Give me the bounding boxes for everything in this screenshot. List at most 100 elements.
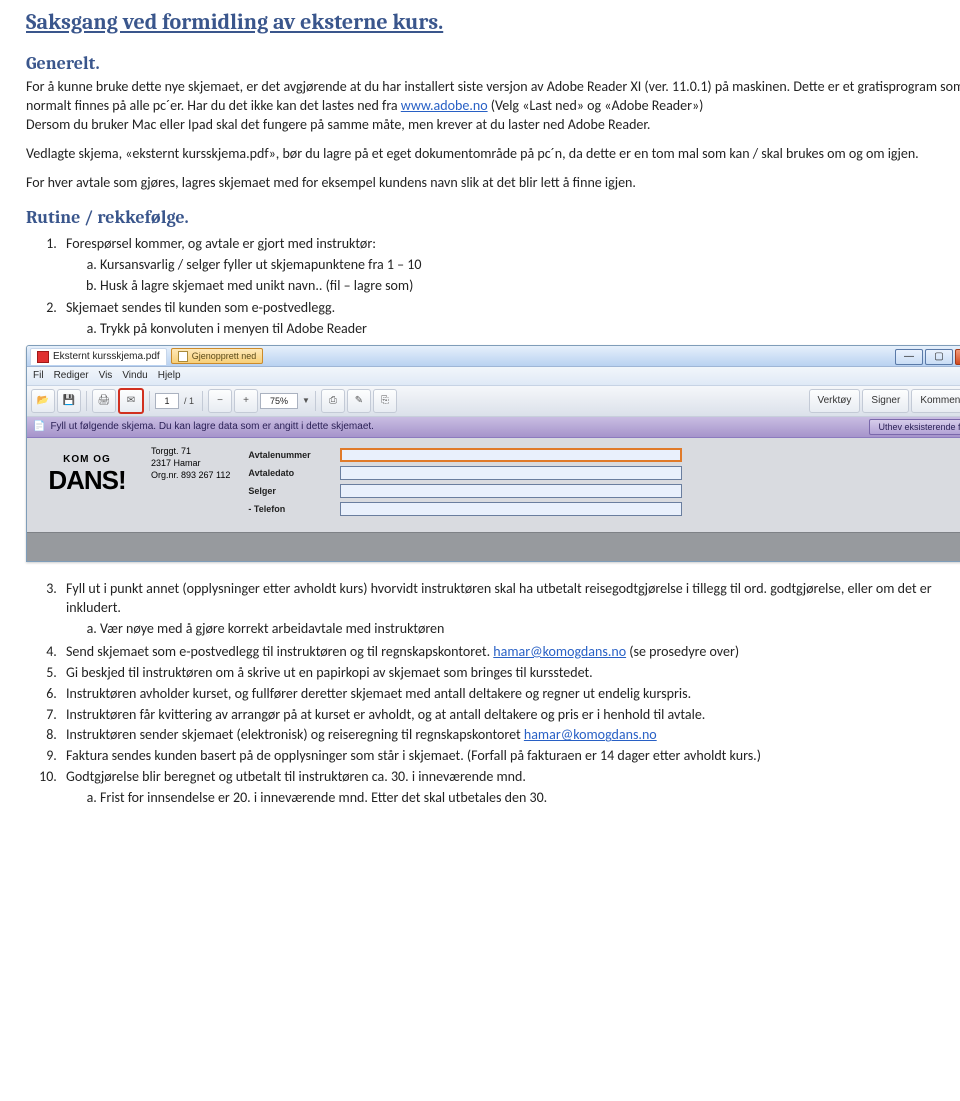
sheet-icon xyxy=(178,351,188,362)
logo-top: KOM OG xyxy=(63,454,111,465)
list-item: Instruktøren sender skjemaet (elektronis… xyxy=(60,726,960,745)
sub-list: Vær nøye med å gjøre korrekt arbeidavtal… xyxy=(100,620,960,639)
close-button[interactable]: ✕ xyxy=(955,349,960,365)
maximize-button[interactable]: ▢ xyxy=(925,349,953,365)
form-info-bar: 📄 Fyll ut følgende skjema. Du kan lagre … xyxy=(27,417,960,438)
restore-strip[interactable]: Gjenopprett ned xyxy=(171,348,264,364)
pdf-content-area: KOM OG DANS! Torggt. 71 2317 Hamar Org.n… xyxy=(27,438,960,532)
paragraph-1: For å kunne bruke dette nye skjemaet, er… xyxy=(26,78,960,135)
list-item: Fyll ut i punkt annet (opplysninger ette… xyxy=(60,580,960,639)
list-item: Vær nøye med å gjøre korrekt arbeidavtal… xyxy=(100,620,960,639)
adobe-reader-window: Eksternt kursskjema.pdf Gjenopprett ned … xyxy=(26,345,960,562)
text: Instruktøren sender skjemaet (elektronis… xyxy=(66,726,524,743)
list-item: Kursansvarlig / selger fyller ut skjemap… xyxy=(100,256,960,275)
tool-icon[interactable]: ✎ xyxy=(347,389,371,413)
menu-vis[interactable]: Vis xyxy=(99,369,113,383)
window-buttons: — ▢ ✕ xyxy=(895,347,960,365)
page-total: / 1 xyxy=(184,395,194,407)
toolbar: 📂 💾 🖨 ✉ 1 / 1 − + 75% ▼ ⎙ ✎ ⎘ Verktøy Si… xyxy=(27,386,960,417)
zoom-level[interactable]: 75% xyxy=(260,393,298,409)
text: Skjemaet sendes til kunden som e-postved… xyxy=(66,299,335,316)
sub-list: Trykk på konvoluten i menyen til Adobe R… xyxy=(100,320,960,339)
ordered-list-bottom: Fyll ut i punkt annet (opplysninger ette… xyxy=(60,580,960,808)
paragraph-2: Vedlagte skjema, «eksternt kursskjema.pd… xyxy=(26,145,960,164)
print-icon[interactable]: 🖨 xyxy=(92,389,116,413)
logo-main: DANS! xyxy=(48,465,125,496)
minimize-button[interactable]: — xyxy=(895,349,923,365)
list-item: Skjemaet sendes til kunden som e-postved… xyxy=(60,299,960,339)
link-email-2[interactable]: hamar@komogdans.no xyxy=(524,726,657,743)
addr-line: Org.nr. 893 267 112 xyxy=(151,470,230,482)
form-icon: 📄 xyxy=(33,420,45,434)
pdf-margin-area xyxy=(27,532,960,561)
field-label: Avtaledato xyxy=(248,467,334,479)
selger-field[interactable] xyxy=(340,484,682,498)
section-rutine: Rutine / rekkefølge. xyxy=(26,206,960,230)
addr-line: 2317 Hamar xyxy=(151,458,230,470)
sign-button[interactable]: Signer xyxy=(862,389,909,413)
separator xyxy=(202,391,203,411)
page-title: Saksgang ved formidling av eksterne kurs… xyxy=(26,8,960,38)
form-info-text: Fyll ut følgende skjema. Du kan lagre da… xyxy=(50,420,374,434)
avtalenummer-field[interactable] xyxy=(340,448,682,462)
link-email-1[interactable]: hamar@komogdans.no xyxy=(493,643,626,660)
restore-label: Gjenopprett ned xyxy=(192,350,257,362)
chevron-down-icon[interactable]: ▼ xyxy=(302,396,310,407)
document-page: Saksgang ved formidling av eksterne kurs… xyxy=(0,0,960,842)
list-item: Faktura sendes kunden basert på de opply… xyxy=(60,747,960,766)
telefon-field[interactable] xyxy=(340,502,682,516)
highlight-fields-button[interactable]: Uthev eksisterende felt xyxy=(869,419,960,435)
file-name: Eksternt kursskjema.pdf xyxy=(53,350,160,364)
open-icon[interactable]: 📂 xyxy=(31,389,55,413)
list-item: Instruktøren avholder kurset, og fullfør… xyxy=(60,685,960,704)
sub-list: Frist for innsendelse er 20. i inneværen… xyxy=(100,789,960,808)
ordered-list-top: Forespørsel kommer, og avtale er gjort m… xyxy=(60,235,960,339)
list-item: Frist for innsendelse er 20. i inneværen… xyxy=(100,789,960,808)
list-item: Gi beskjed til instruktøren om å skrive … xyxy=(60,664,960,683)
avtaledato-field[interactable] xyxy=(340,466,682,480)
list-item: Trykk på konvoluten i menyen til Adobe R… xyxy=(100,320,960,339)
tools-button[interactable]: Verktøy xyxy=(809,389,861,413)
menu-vindu[interactable]: Vindu xyxy=(122,369,147,383)
form-row: Selger xyxy=(248,484,960,498)
file-tab[interactable]: Eksternt kursskjema.pdf xyxy=(30,348,167,365)
pdf-icon xyxy=(37,351,49,363)
list-item: Forespørsel kommer, og avtale er gjort m… xyxy=(60,235,960,296)
form-row: Avtalenummer xyxy=(248,448,960,462)
list-item: Husk å lagre skjemaet med unikt navn.. (… xyxy=(100,277,960,296)
menu-rediger[interactable]: Rediger xyxy=(54,369,89,383)
list-item: Send skjemaet som e-postvedlegg til inst… xyxy=(60,643,960,662)
title-bar: Eksternt kursskjema.pdf Gjenopprett ned … xyxy=(27,346,960,367)
paragraph-3: For hver avtale som gjøres, lagres skjem… xyxy=(26,174,960,193)
list-item: Instruktøren får kvittering av arrangør … xyxy=(60,706,960,725)
field-label: - Telefon xyxy=(248,503,334,515)
separator xyxy=(315,391,316,411)
text: Forespørsel kommer, og avtale er gjort m… xyxy=(66,235,376,252)
text: Godtgjørelse blir beregnet og utbetalt t… xyxy=(66,768,526,785)
form-fields: Avtalenummer Avtaledato Selger - Telefon xyxy=(248,448,960,524)
field-label: Avtalenummer xyxy=(248,449,334,461)
zoom-in-icon[interactable]: + xyxy=(234,389,258,413)
tool-icon[interactable]: ⎘ xyxy=(373,389,397,413)
form-row: Avtaledato xyxy=(248,466,960,480)
address-block: Torggt. 71 2317 Hamar Org.nr. 893 267 11… xyxy=(151,446,230,524)
zoom-out-icon[interactable]: − xyxy=(208,389,232,413)
page-current-input[interactable]: 1 xyxy=(155,393,179,409)
email-icon[interactable]: ✉ xyxy=(118,388,144,414)
addr-line: Torggt. 71 xyxy=(151,446,230,458)
comment-button[interactable]: Kommentar xyxy=(911,389,960,413)
tool-icon[interactable]: ⎙ xyxy=(321,389,345,413)
save-icon[interactable]: 💾 xyxy=(57,389,81,413)
text: (Velg «Last ned» og «Adobe Reader») xyxy=(491,97,704,114)
menu-bar: Fil Rediger Vis Vindu Hjelp xyxy=(27,367,960,386)
section-generelt: Generelt. xyxy=(26,52,960,76)
field-label: Selger xyxy=(248,485,334,497)
text: Send skjemaet som e-postvedlegg til inst… xyxy=(66,643,493,660)
sub-list: Kursansvarlig / selger fyller ut skjemap… xyxy=(100,256,960,296)
menu-fil[interactable]: Fil xyxy=(33,369,44,383)
text: (se prosedyre over) xyxy=(629,643,739,660)
menu-hjelp[interactable]: Hjelp xyxy=(158,369,181,383)
link-adobe[interactable]: www.adobe.no xyxy=(401,97,488,114)
text: Dersom du bruker Mac eller Ipad skal det… xyxy=(26,116,650,133)
separator xyxy=(149,391,150,411)
